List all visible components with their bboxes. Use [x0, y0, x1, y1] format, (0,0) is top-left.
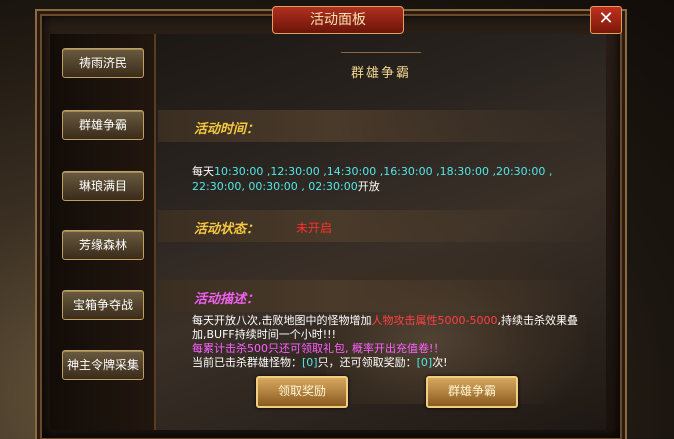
sidebar-item-treasures[interactable]: 琳琅满目 [62, 171, 144, 201]
join-battle-button[interactable]: 群雄争霸 [426, 376, 518, 408]
sidebar-item-heroes-battle[interactable]: 群雄争霸 [62, 110, 144, 140]
description-text: 每天开放八次,击败地图中的怪物增加人物攻击属性5000-5000,持续击杀效果叠… [192, 314, 578, 369]
title-ornament [341, 38, 421, 53]
claim-reward-button[interactable]: 领取奖励 [256, 376, 348, 408]
reward-count: [0] [416, 356, 433, 369]
desc-row: 活动描述： [158, 280, 598, 312]
sidebar-item-fate-forest[interactable]: 芳缘森林 [62, 230, 144, 260]
activity-title: 群雄争霸 [350, 66, 411, 81]
status-row: 活动状态： 未开启 [158, 210, 598, 242]
kill-count: [0] [302, 356, 318, 369]
sidebar-item-token-gather[interactable]: 神主令牌采集 [62, 350, 144, 380]
time-row: 活动时间： [158, 110, 598, 142]
schedule-times-2: 22:30:00, 00:30:00 , 02:30:00 [192, 180, 358, 193]
attack-bonus-text: 人物攻击属性5000-5000 [371, 314, 498, 327]
status-badge: 未开启 [296, 221, 333, 235]
reward-hint: 每累计击杀500只还可领取礼包, 概率开出充值卷!！ [192, 342, 445, 355]
activity-sidebar: 祷雨济民 群雄争霸 琳琅满目 芳缘森林 宝箱争夺战 神主令牌采集 [50, 34, 156, 430]
close-button[interactable]: ✕ [590, 6, 622, 34]
status-label: 活动状态： [194, 222, 260, 237]
time-label: 活动时间： [194, 122, 260, 137]
activity-content: 群雄争霸 活动时间： 每天10:30:00 ,12:30:00 ,14:30:0… [156, 34, 606, 430]
schedule-text: 每天10:30:00 ,12:30:00 ,14:30:00 ,16:30:00… [192, 165, 553, 193]
desc-label: 活动描述： [194, 292, 260, 307]
schedule-times-1: 10:30:00 ,12:30:00 ,14:30:00 ,16:30:00 ,… [214, 165, 553, 178]
panel-title: 活动面板 [272, 6, 404, 34]
game-background: 活动面板 ✕ 祷雨济民 群雄争霸 琳琅满目 芳缘森林 宝箱争夺战 神主令牌采集 … [0, 0, 674, 439]
sidebar-item-chest-battle[interactable]: 宝箱争夺战 [62, 290, 144, 320]
sidebar-item-prayer-rain[interactable]: 祷雨济民 [62, 48, 144, 78]
